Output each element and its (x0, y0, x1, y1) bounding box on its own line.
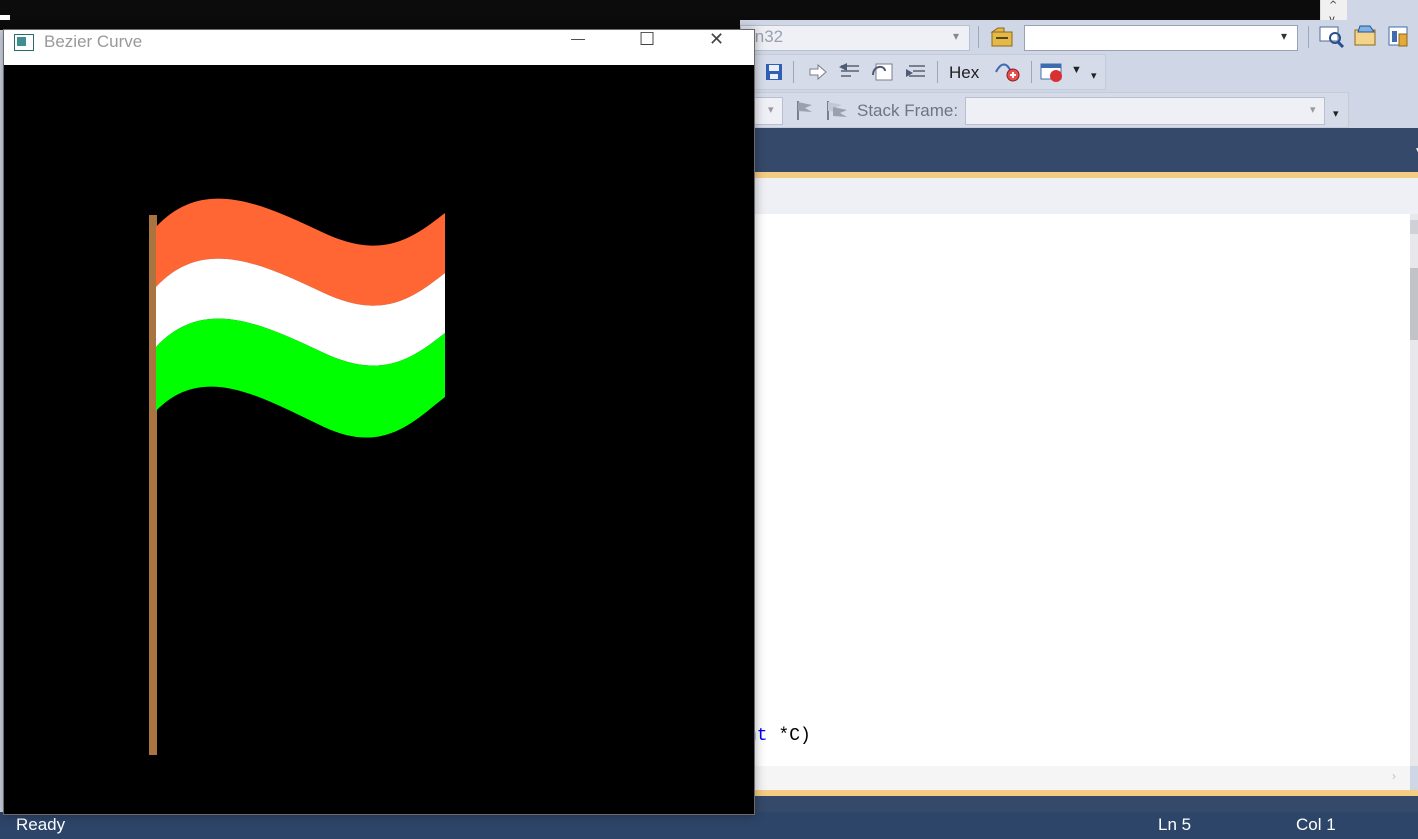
minimize-button[interactable]: — (556, 30, 602, 54)
stack-frame-label: Stack Frame: (857, 101, 959, 120)
chevron-down-icon[interactable]: ▾ (1281, 29, 1287, 43)
toolbar-separator (1031, 61, 1032, 83)
save-icon[interactable] (765, 63, 783, 81)
toolbox-icon[interactable] (1386, 24, 1414, 48)
toolbar-separator (1308, 26, 1309, 48)
editor-split-handle[interactable] (1410, 220, 1418, 234)
toolbar-overflow-icon[interactable]: ▾ (1333, 107, 1339, 120)
window-app-icon[interactable] (14, 34, 34, 51)
status-text: Ready (16, 815, 66, 834)
find-icon[interactable] (1318, 24, 1346, 48)
bezier-curve-window[interactable]: Bezier Curve — ☐ ✕ (3, 29, 755, 815)
folder-icon[interactable] (990, 26, 1016, 48)
properties-icon[interactable] (1352, 24, 1380, 48)
scroll-right-icon[interactable]: › (1392, 769, 1396, 783)
minimize-icon: — (571, 30, 585, 46)
chevron-down-icon[interactable]: ▼ (1071, 64, 1082, 76)
debug-location-toolbar: ▾ Stack Frame: ▾ ▾ (740, 92, 1349, 128)
close-icon: ✕ (709, 29, 725, 50)
step-into-icon[interactable] (837, 61, 863, 83)
maximize-icon: ☐ (639, 29, 656, 50)
toolbar-separator (937, 61, 938, 83)
maximize-button[interactable]: ☐ (624, 29, 670, 54)
toolbar-overflow-icon[interactable]: ▾ (1091, 69, 1097, 82)
show-next-statement-icon[interactable] (807, 62, 829, 82)
solution-platform-value: in32 (751, 27, 784, 46)
toolbar-separator (978, 26, 979, 48)
toolbar-separator (793, 61, 794, 83)
document-tab-well: ▼ (752, 128, 1418, 174)
solution-platform-combo[interactable]: in32 ▾ (740, 25, 970, 51)
window-titlebar[interactable]: Bezier Curve — ☐ ✕ (4, 29, 754, 65)
breakpoint-icon[interactable] (1039, 61, 1067, 83)
code-editor[interactable] (752, 214, 1410, 766)
chevron-down-icon[interactable]: ▾ (768, 103, 774, 116)
standard-toolbar: in32 ▾ ▾ (740, 20, 1418, 54)
flag-multi-icon[interactable] (823, 99, 851, 121)
status-bar: Ready Ln 5 Col 1 (0, 812, 1418, 839)
console-cursor (0, 15, 10, 20)
find-in-files-combo[interactable]: ▾ (1024, 25, 1298, 51)
flag-icon[interactable] (793, 99, 817, 121)
column-number: Col 1 (1296, 815, 1336, 834)
flag-pole (149, 215, 157, 755)
chevron-down-icon[interactable]: ▼ (1414, 146, 1418, 157)
opengl-canvas (4, 65, 754, 814)
hex-toggle-button[interactable]: Hex (949, 63, 979, 83)
scroll-up-icon[interactable]: ^ (1329, 0, 1337, 11)
run-to-cursor-icon[interactable] (993, 60, 1023, 84)
chevron-down-icon[interactable]: ▾ (953, 29, 959, 43)
debug-toolbar: Hex ▼ ▾ (740, 54, 1106, 90)
stack-frame-combo[interactable]: ▾ (965, 97, 1325, 125)
window-title: Bezier Curve (44, 32, 143, 51)
line-number: Ln 5 (1158, 815, 1192, 834)
tool-window-header (752, 796, 1418, 812)
chevron-down-icon[interactable]: ▾ (1310, 103, 1316, 116)
close-button[interactable]: ✕ (694, 29, 740, 54)
navigation-bar (752, 178, 1418, 215)
editor-horizontal-scrollbar[interactable]: › (752, 766, 1410, 790)
editor-scroll-thumb[interactable] (1410, 268, 1418, 340)
step-out-icon[interactable] (903, 61, 929, 83)
step-over-icon[interactable] (871, 61, 897, 83)
canvas-background (4, 65, 754, 814)
code-text: *C) (767, 726, 811, 746)
code-line[interactable]: nt *C) (746, 726, 811, 746)
